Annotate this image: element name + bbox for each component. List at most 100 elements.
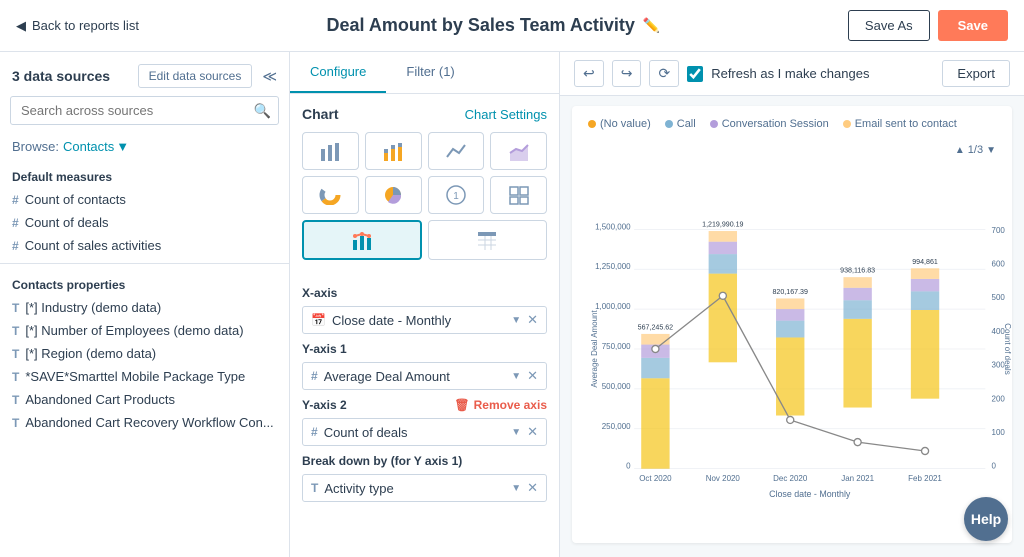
refresh-checkbox[interactable] <box>687 66 703 82</box>
property-item[interactable]: TAbandoned Cart Products <box>0 388 289 411</box>
text-type-icon: T <box>12 416 19 430</box>
hash-icon: # <box>12 216 19 230</box>
main-content: 3 data sources Edit data sources ≪ 🔍 Bro… <box>0 52 1024 557</box>
svg-text:1: 1 <box>453 191 459 202</box>
breakdown-select[interactable]: T Activity type ▼ ✕ <box>302 474 547 502</box>
chart-section: Chart Chart Settings <box>290 94 559 278</box>
yaxis2-value: Count of deals <box>324 425 408 440</box>
text-type-icon: T <box>12 347 19 361</box>
chart-type-stacked-bar[interactable] <box>365 132 422 170</box>
chart-type-table[interactable] <box>428 220 548 260</box>
data-sources-title: 3 data sources <box>12 68 110 84</box>
svg-text:994,861: 994,861 <box>912 258 938 266</box>
browse-contacts-tag[interactable]: Contacts ▼ <box>63 139 129 154</box>
svg-text:0: 0 <box>992 462 997 471</box>
text-type-icon: T <box>311 481 318 495</box>
svg-text:820,167.39: 820,167.39 <box>773 288 808 296</box>
legend-label-call: Call <box>677 118 696 130</box>
chart-type-grid[interactable] <box>490 176 547 214</box>
chart-type-number[interactable]: 1 <box>428 176 485 214</box>
breakdown-value: Activity type <box>324 481 393 496</box>
yaxis1-clear-icon[interactable]: ✕ <box>527 368 538 384</box>
property-item[interactable]: T[*] Number of Employees (demo data) <box>0 319 289 342</box>
chart-type-donut[interactable] <box>302 176 359 214</box>
edit-title-icon[interactable]: ✏️ <box>643 17 660 34</box>
legend-item-convo: Conversation Session <box>710 118 829 130</box>
legend-dot-convo <box>710 120 718 128</box>
xaxis-chevron-icon: ▼ <box>511 315 521 326</box>
chart-type-bar[interactable] <box>302 132 359 170</box>
measure-item[interactable]: # Count of deals <box>0 211 289 234</box>
chart-type-row3 <box>302 220 547 260</box>
xaxis-clear-icon[interactable]: ✕ <box>527 312 538 328</box>
yaxis2-chevron-icon: ▼ <box>511 427 521 438</box>
legend-label-convo: Conversation Session <box>722 118 829 130</box>
chart-toolbar: ↩ ↪ ⟳ Refresh as I make changes Export <box>560 52 1024 96</box>
hash-icon-y2: # <box>311 425 318 439</box>
back-arrow-icon: ◀ <box>16 18 26 34</box>
report-title: Deal Amount by Sales Team Activity ✏️ <box>139 15 848 36</box>
browse-label: Browse: <box>12 139 59 154</box>
tabs-row: Configure Filter (1) <box>290 52 559 94</box>
refresh-check: Refresh as I make changes <box>687 66 934 82</box>
chart-svg: 0 250,000 500,000 750,000 1,000,000 1,25… <box>588 164 996 534</box>
save-as-button[interactable]: Save As <box>848 10 930 41</box>
measure-label: Count of sales activities <box>25 238 162 253</box>
yaxis1-chevron-icon: ▼ <box>511 371 521 382</box>
measure-item[interactable]: #Count of sales activities <box>0 234 289 257</box>
svg-text:100: 100 <box>992 428 1006 437</box>
help-button[interactable]: Help <box>964 497 1008 541</box>
legend-item-no-value: (No value) <box>588 118 651 130</box>
edit-sources-button[interactable]: Edit data sources <box>138 64 253 88</box>
legend-item-call: Call <box>665 118 696 130</box>
search-icon[interactable]: 🔍 <box>254 102 271 119</box>
svg-text:1,219,990.19: 1,219,990.19 <box>702 221 743 229</box>
yaxis2-select[interactable]: # Count of deals ▼ ✕ <box>302 418 547 446</box>
property-item[interactable]: T[*] Region (demo data) <box>0 342 289 365</box>
measure-item[interactable]: #Count of contacts <box>0 188 289 211</box>
property-item[interactable]: T*SAVE*Smarttel Mobile Package Type <box>0 365 289 388</box>
properties-list: T[*] Industry (demo data)T[*] Number of … <box>0 296 289 434</box>
svg-text:700: 700 <box>992 226 1006 235</box>
chart-type-area[interactable] <box>490 132 547 170</box>
measure-label: Count of deals <box>25 215 109 230</box>
back-link[interactable]: ◀ Back to reports list <box>16 18 139 34</box>
app-header: ◀ Back to reports list Deal Amount by Sa… <box>0 0 1024 52</box>
left-panel: 3 data sources Edit data sources ≪ 🔍 Bro… <box>0 52 290 557</box>
search-input[interactable] <box>10 96 279 125</box>
contacts-properties-section: Contacts properties <box>0 270 289 296</box>
breakdown-label: Break down by (for Y axis 1) <box>302 454 547 468</box>
property-label: [*] Industry (demo data) <box>25 300 161 315</box>
refresh-button[interactable]: ⟳ <box>649 60 679 87</box>
legend-label-no-value: (No value) <box>600 118 651 130</box>
hash-icon: # <box>12 193 19 207</box>
remove-axis-button[interactable]: 🗑 Remove axis <box>454 398 547 412</box>
yaxis2-clear-icon[interactable]: ✕ <box>527 424 538 440</box>
tab-filter[interactable]: Filter (1) <box>386 52 474 93</box>
tab-configure[interactable]: Configure <box>290 52 386 93</box>
yaxis1-select[interactable]: # Average Deal Amount ▼ ✕ <box>302 362 547 390</box>
svg-text:Jan 2021: Jan 2021 <box>841 474 874 483</box>
browse-row: Browse: Contacts ▼ <box>0 135 289 162</box>
text-type-icon: T <box>12 324 19 338</box>
chart-type-combo[interactable] <box>302 220 422 260</box>
property-item[interactable]: TAbandoned Cart Recovery Workflow Con... <box>0 411 289 434</box>
legend-dot-no-value <box>588 120 596 128</box>
svg-text:Feb 2021: Feb 2021 <box>908 474 942 483</box>
trash-icon: 🗑 <box>454 398 469 412</box>
undo-button[interactable]: ↩ <box>574 60 604 87</box>
xaxis-label: X-axis <box>302 286 547 300</box>
xaxis-select[interactable]: 📅 Close date - Monthly ▼ ✕ <box>302 306 547 334</box>
save-button[interactable]: Save <box>938 10 1008 41</box>
redo-button[interactable]: ↪ <box>612 60 642 87</box>
property-item[interactable]: T[*] Industry (demo data) <box>0 296 289 319</box>
collapse-panel-icon[interactable]: ≪ <box>262 68 277 85</box>
chart-type-line[interactable] <box>428 132 485 170</box>
chart-type-grid: 1 <box>302 132 547 214</box>
chart-type-pie[interactable] <box>365 176 422 214</box>
chart-settings-link[interactable]: Chart Settings <box>465 107 547 122</box>
breakdown-clear-icon[interactable]: ✕ <box>527 480 538 496</box>
export-button[interactable]: Export <box>942 60 1010 87</box>
refresh-label[interactable]: Refresh as I make changes <box>711 66 869 81</box>
svg-text:0: 0 <box>626 462 631 471</box>
